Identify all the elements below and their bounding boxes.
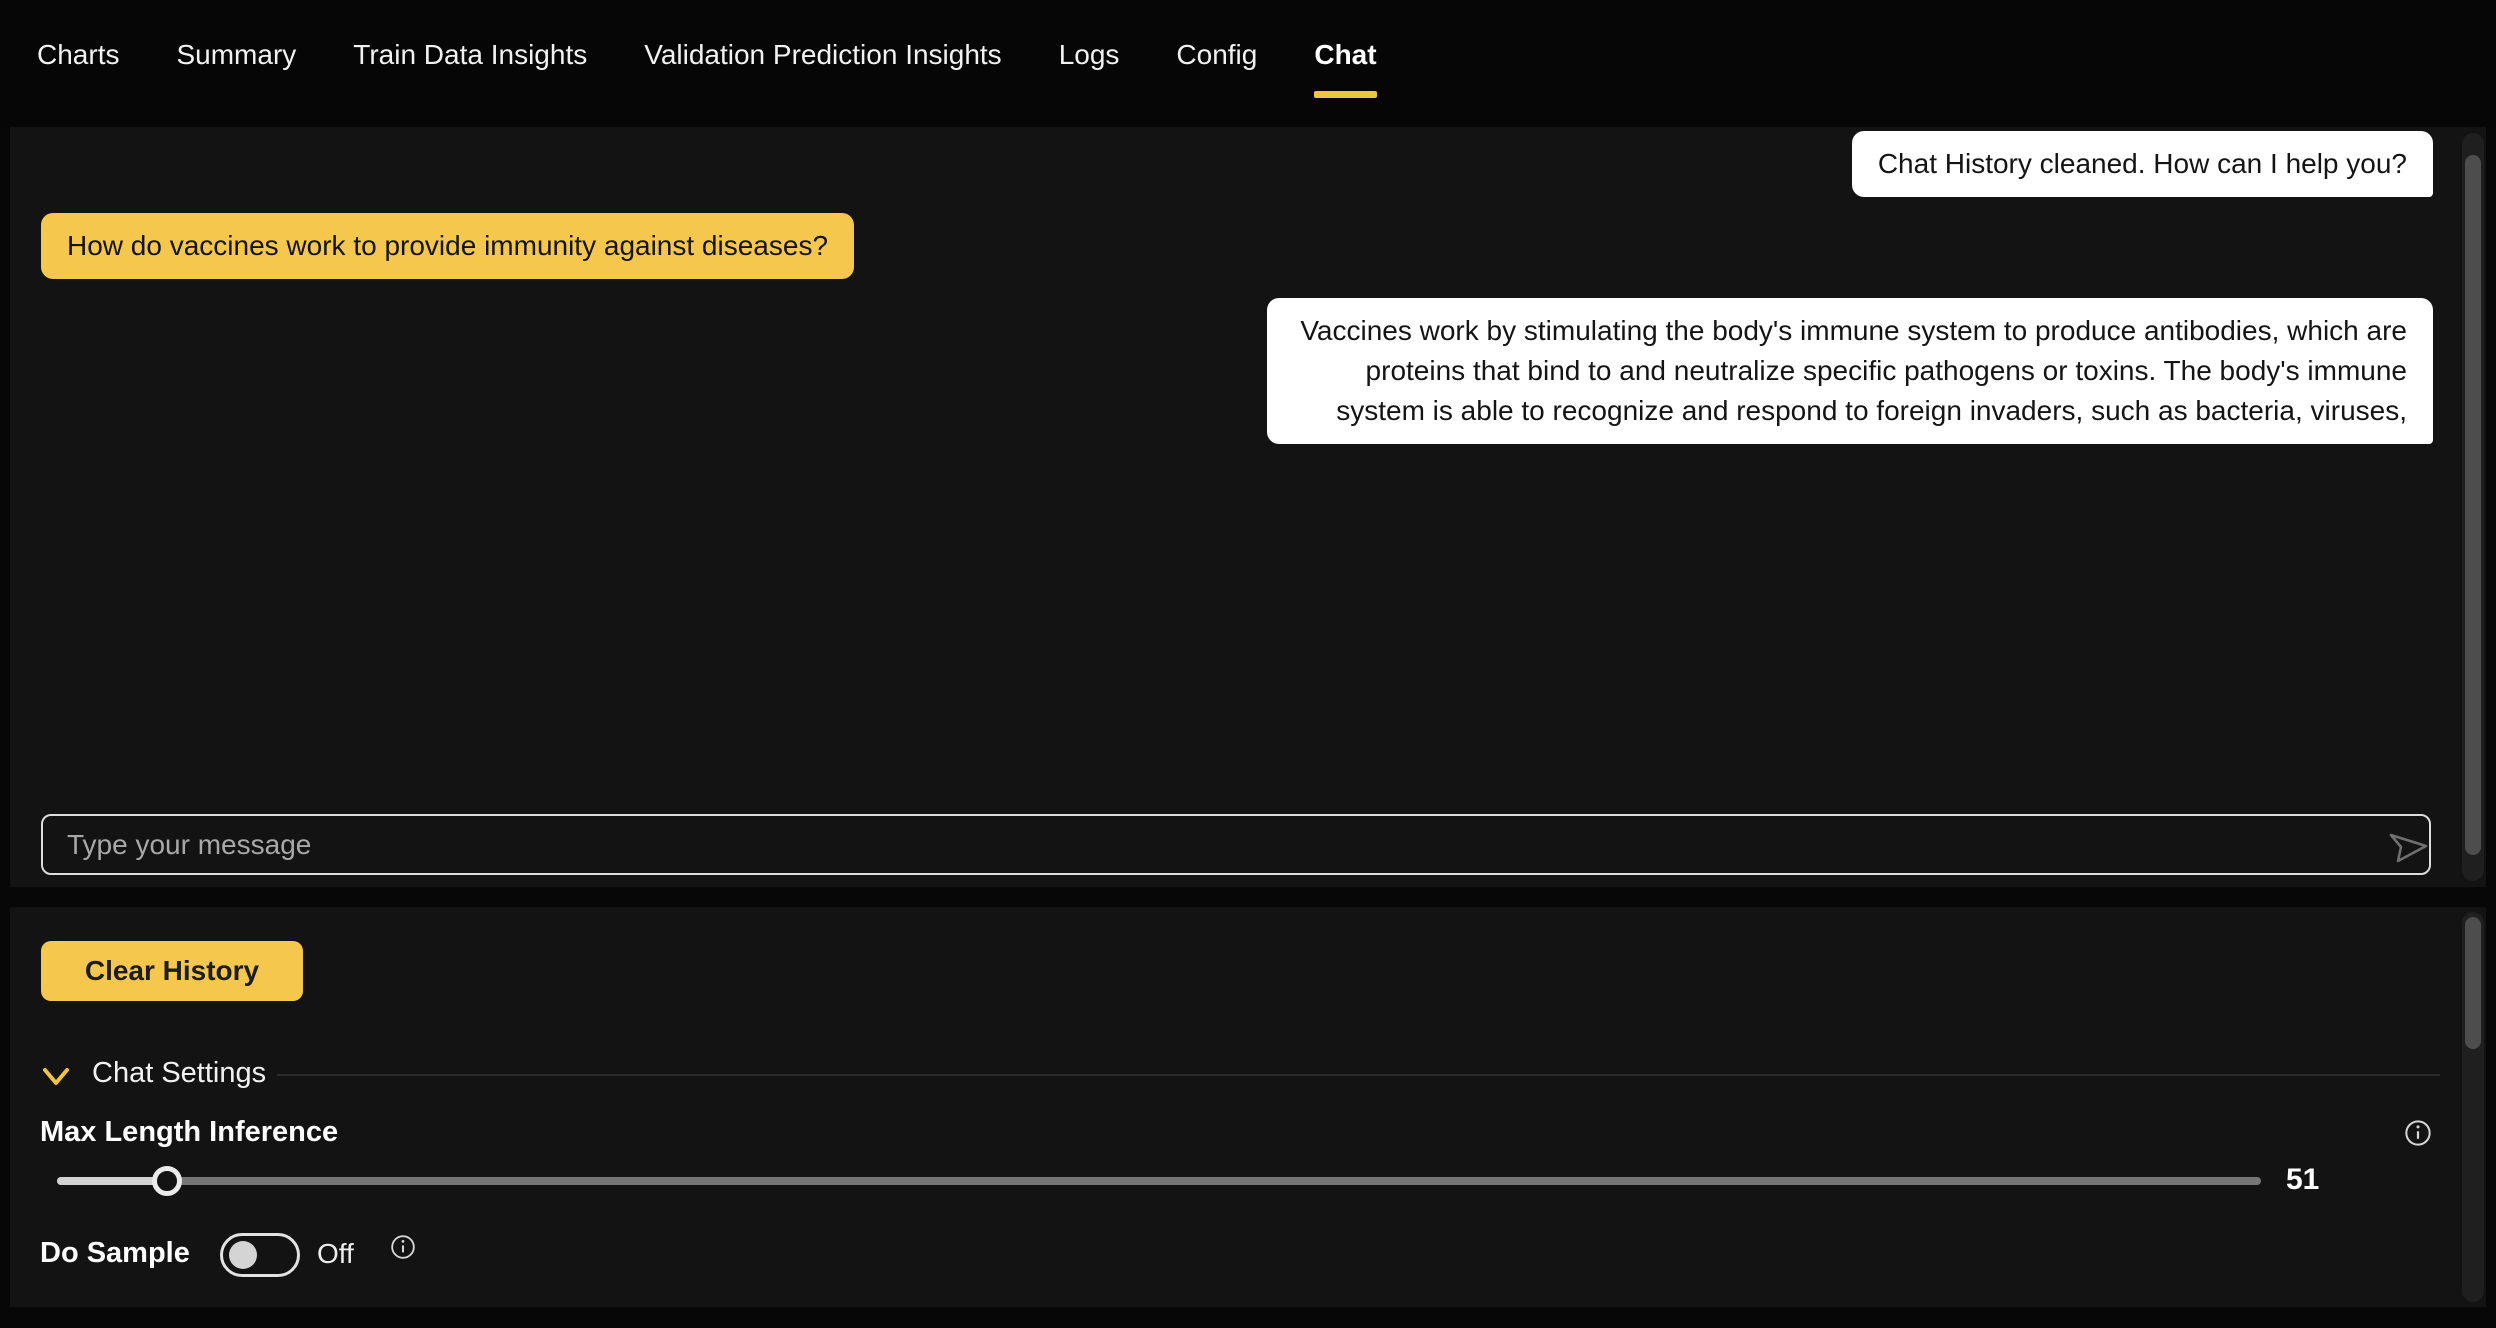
slider-track[interactable] (57, 1177, 2261, 1185)
settings-scrollbar-track[interactable] (2462, 912, 2484, 1302)
do-sample-toggle[interactable] (220, 1233, 300, 1277)
slider-handle[interactable] (152, 1166, 182, 1196)
chat-message-input[interactable] (41, 814, 2431, 875)
tab-chat[interactable]: Chat (1314, 0, 1377, 98)
clear-history-button[interactable]: Clear History (41, 941, 303, 1001)
chat-scrollbar-track[interactable] (2462, 133, 2484, 881)
chat-scrollbar-thumb[interactable] (2465, 155, 2481, 855)
chat-message-user: How do vaccines work to provide immunity… (41, 213, 855, 279)
send-paper-plane-icon[interactable] (2386, 825, 2430, 865)
toggle-knob (229, 1241, 257, 1269)
chat-message-bot: Vaccines work by stimulating the body's … (1267, 298, 2433, 444)
max-length-inference-label: Max Length Inference (40, 1116, 339, 1148)
info-icon[interactable] (2404, 1119, 2432, 1147)
chat-message-bot: Chat History cleaned. How can I help you… (1851, 131, 2433, 197)
top-nav-bar: Charts Summary Train Data Insights Valid… (0, 0, 2496, 127)
tab-summary[interactable]: Summary (176, 0, 296, 74)
do-sample-state-label: Off (317, 1238, 354, 1269)
chevron-down-icon (43, 1067, 69, 1085)
tab-validation-prediction-insights[interactable]: Validation Prediction Insights (644, 0, 1001, 74)
chat-settings-accordion[interactable]: Chat Settings (42, 1057, 266, 1090)
chat-settings-panel: Clear History Chat Settings Max Length I… (10, 907, 2486, 1307)
chat-settings-title: Chat Settings (92, 1057, 267, 1089)
chat-panel: Chat History cleaned. How can I help you… (10, 127, 2486, 887)
max-length-slider[interactable] (57, 1165, 2271, 1197)
section-divider (277, 1074, 2440, 1076)
tab-charts[interactable]: Charts (37, 0, 119, 74)
tab-train-data-insights[interactable]: Train Data Insights (353, 0, 587, 74)
do-sample-label: Do Sample (40, 1237, 190, 1269)
max-length-value: 51 (2286, 1163, 2320, 1196)
tab-logs[interactable]: Logs (1059, 0, 1120, 74)
tab-config[interactable]: Config (1176, 0, 1257, 74)
settings-scrollbar-thumb[interactable] (2465, 917, 2481, 1049)
info-icon[interactable] (390, 1234, 416, 1260)
